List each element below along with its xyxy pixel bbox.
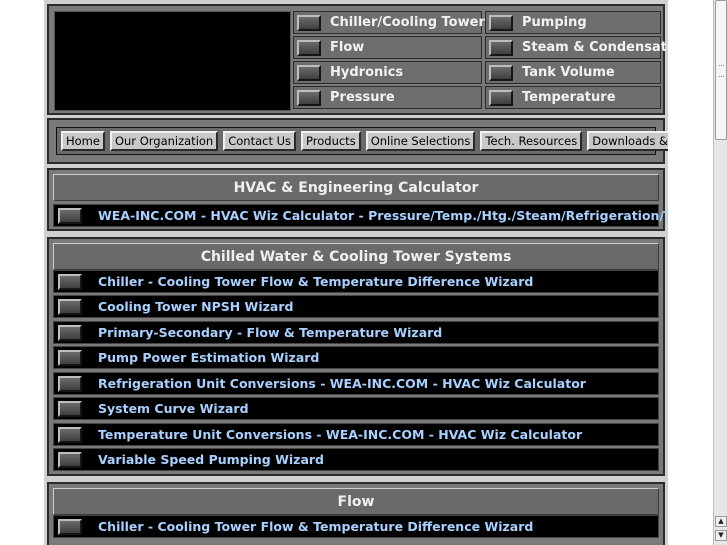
item-button[interactable] bbox=[58, 298, 82, 315]
item-link[interactable]: Chiller - Cooling Tower Flow & Temperatu… bbox=[98, 274, 533, 289]
nav-bar: Home Our Organization Contact Us Product… bbox=[56, 127, 668, 155]
item-link[interactable]: Variable Speed Pumping Wizard bbox=[98, 452, 324, 467]
nav-downloads-cds[interactable]: Downloads & CDs bbox=[587, 131, 668, 151]
item-link[interactable]: Chiller - Cooling Tower Flow & Temperatu… bbox=[98, 519, 533, 534]
item-button[interactable] bbox=[58, 324, 82, 341]
category-tank-volume[interactable]: Tank Volume bbox=[485, 61, 661, 84]
item-link[interactable]: System Curve Wizard bbox=[98, 401, 249, 416]
banner-area bbox=[54, 11, 291, 111]
item-link[interactable]: WEA-INC.COM - HVAC Wiz Calculator - Pres… bbox=[98, 208, 668, 223]
list-item[interactable]: Refrigeration Unit Conversions - WEA-INC… bbox=[53, 372, 659, 395]
list-item[interactable]: Temperature Unit Conversions - WEA-INC.C… bbox=[53, 423, 659, 446]
category-panel: Chiller/Cooling Tower Flow Hydronics Pre… bbox=[47, 4, 668, 115]
list-item[interactable]: Chiller - Cooling Tower Flow & Temperatu… bbox=[53, 270, 659, 293]
item-link[interactable]: Temperature Unit Conversions - WEA-INC.C… bbox=[98, 427, 582, 442]
item-button[interactable] bbox=[58, 400, 82, 417]
nav-products[interactable]: Products bbox=[301, 131, 361, 151]
category-button[interactable] bbox=[297, 39, 321, 56]
section-title: Chilled Water & Cooling Tower Systems bbox=[53, 243, 659, 270]
nav-contact-us[interactable]: Contact Us bbox=[223, 131, 297, 151]
item-link[interactable]: Refrigeration Unit Conversions - WEA-INC… bbox=[98, 376, 586, 391]
list-item[interactable]: WEA-INC.COM - HVAC Wiz Calculator - Pres… bbox=[53, 204, 668, 227]
category-steam-condensate[interactable]: Steam & Condensate bbox=[485, 36, 668, 59]
category-hydronics[interactable]: Hydronics bbox=[293, 61, 482, 84]
nav-panel: Home Our Organization Contact Us Product… bbox=[47, 118, 668, 164]
category-flow[interactable]: Flow bbox=[293, 36, 482, 59]
category-button[interactable] bbox=[297, 64, 321, 81]
category-button[interactable] bbox=[489, 64, 513, 81]
item-button[interactable] bbox=[58, 518, 82, 535]
section-hvac-calculator: HVAC & Engineering Calculator WEA-INC.CO… bbox=[47, 168, 668, 231]
item-link[interactable]: Primary-Secondary - Flow & Temperature W… bbox=[98, 325, 442, 340]
list-item[interactable]: Chiller - Cooling Tower Flow & Temperatu… bbox=[53, 515, 659, 538]
category-button[interactable] bbox=[489, 89, 513, 106]
section-chilled-water: Chilled Water & Cooling Tower Systems Ch… bbox=[47, 237, 665, 476]
nav-home[interactable]: Home bbox=[61, 131, 105, 151]
nav-our-organization[interactable]: Our Organization bbox=[109, 131, 219, 151]
scroll-down-arrow-icon[interactable]: ▼ bbox=[715, 530, 727, 541]
item-link[interactable]: Pump Power Estimation Wizard bbox=[98, 350, 319, 365]
category-pressure[interactable]: Pressure bbox=[293, 86, 482, 109]
list-item[interactable]: System Curve Wizard bbox=[53, 397, 659, 420]
section-flow: Flow Chiller - Cooling Tower Flow & Temp… bbox=[47, 482, 665, 545]
list-item[interactable]: Cooling Tower NPSH Wizard bbox=[53, 295, 659, 318]
vertical-scrollbar[interactable]: ▲ ▼ bbox=[713, 0, 727, 545]
category-label: Pressure bbox=[330, 90, 395, 105]
item-button[interactable] bbox=[58, 349, 82, 366]
category-label: Pumping bbox=[522, 15, 587, 30]
item-button[interactable] bbox=[58, 273, 82, 290]
nav-online-selections[interactable]: Online Selections bbox=[365, 131, 476, 151]
item-button[interactable] bbox=[58, 451, 82, 468]
page: Chiller/Cooling Tower Flow Hydronics Pre… bbox=[44, 0, 668, 545]
category-label: Tank Volume bbox=[522, 65, 615, 80]
section-title: HVAC & Engineering Calculator bbox=[53, 174, 659, 201]
scroll-up-arrow-icon[interactable]: ▲ bbox=[715, 516, 727, 527]
grip-icon bbox=[719, 65, 724, 77]
item-button[interactable] bbox=[58, 207, 82, 224]
list-item[interactable]: Primary-Secondary - Flow & Temperature W… bbox=[53, 321, 659, 344]
category-button[interactable] bbox=[297, 14, 321, 31]
category-temperature[interactable]: Temperature bbox=[485, 86, 661, 109]
category-label: Temperature bbox=[522, 90, 616, 105]
category-label: Steam & Condensate bbox=[522, 40, 668, 55]
item-button[interactable] bbox=[58, 426, 82, 443]
category-button[interactable] bbox=[489, 39, 513, 56]
category-pumping[interactable]: Pumping bbox=[485, 11, 661, 34]
category-button[interactable] bbox=[297, 89, 321, 106]
scrollbar-thumb[interactable] bbox=[715, 0, 727, 140]
category-label: Hydronics bbox=[330, 65, 404, 80]
nav-tech-resources[interactable]: Tech. Resources bbox=[480, 131, 583, 151]
category-chiller-cooling-tower[interactable]: Chiller/Cooling Tower bbox=[293, 11, 485, 34]
section-title: Flow bbox=[53, 488, 659, 515]
item-button[interactable] bbox=[58, 375, 82, 392]
list-item[interactable]: Pump Power Estimation Wizard bbox=[53, 346, 659, 369]
item-link[interactable]: Cooling Tower NPSH Wizard bbox=[98, 299, 293, 314]
category-label: Flow bbox=[330, 40, 365, 55]
category-label: Chiller/Cooling Tower bbox=[330, 15, 485, 30]
list-item[interactable]: Variable Speed Pumping Wizard bbox=[53, 448, 659, 471]
category-button[interactable] bbox=[489, 14, 513, 31]
